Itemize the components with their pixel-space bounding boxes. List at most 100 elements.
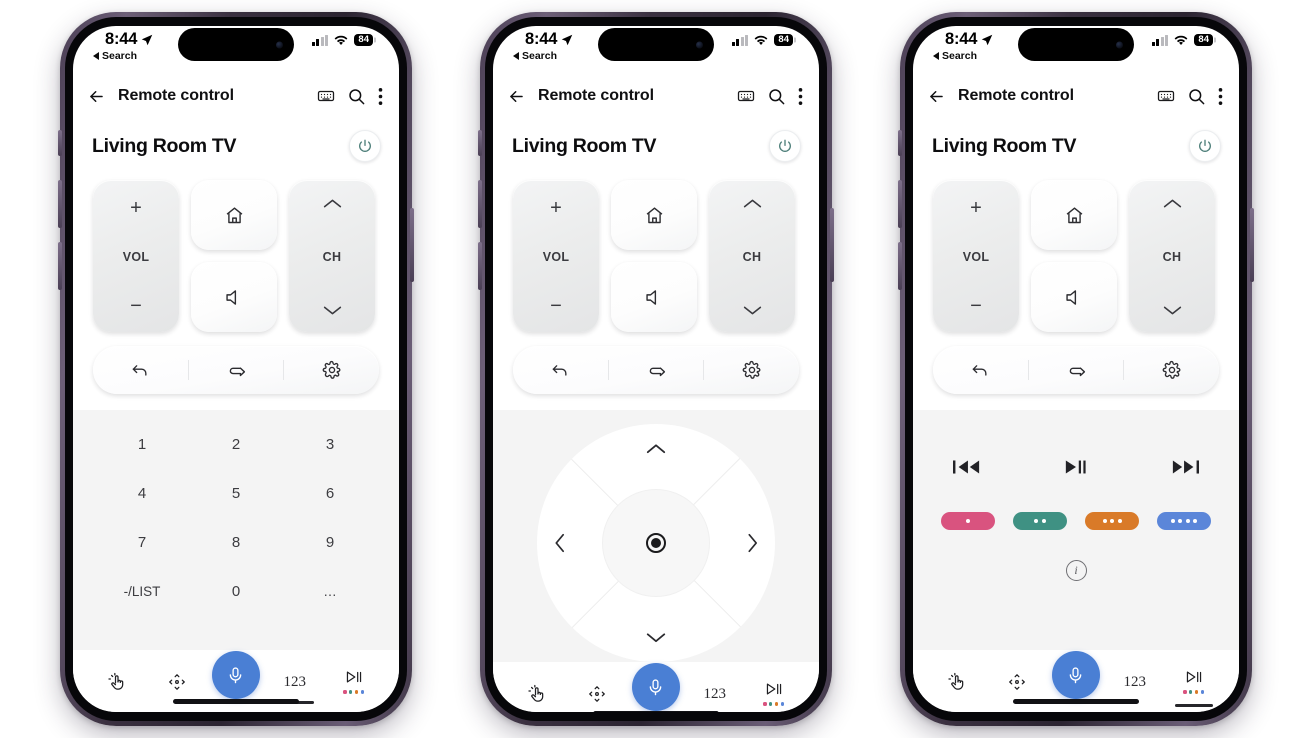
color-button-green[interactable] [1013,512,1067,530]
settings-button[interactable] [1124,346,1219,394]
color-button-yellow[interactable] [1085,512,1139,530]
dpad-left-button[interactable] [553,532,566,554]
more-vertical-icon[interactable] [1218,87,1223,106]
keyboard-icon[interactable] [737,87,755,105]
volume-rocker[interactable]: + VOL − [933,180,1019,332]
keypad-key[interactable]: 8 [189,518,283,567]
input-source-button[interactable] [189,346,284,394]
nav-mic[interactable] [207,651,266,699]
volume-up-side-button[interactable] [58,180,62,228]
nav-touchpad[interactable] [509,682,568,704]
search-icon[interactable] [767,87,786,106]
info-button[interactable]: i [1065,560,1087,581]
channel-rocker[interactable]: CH [289,180,375,332]
nav-dpad[interactable] [988,670,1047,692]
silent-switch[interactable] [58,130,62,156]
power-side-button[interactable] [830,208,834,282]
power-icon [779,139,791,152]
home-button[interactable] [191,180,277,250]
keypad-key[interactable]: 3 [283,420,377,469]
search-icon[interactable] [347,87,366,106]
nav-media[interactable] [1164,668,1223,707]
volume-down-side-button[interactable] [898,242,902,290]
silent-switch[interactable] [898,130,902,156]
channel-rocker[interactable]: CH [1129,180,1215,332]
nav-dpad[interactable] [148,670,207,692]
channel-rocker[interactable]: CH [709,180,795,332]
power-side-button[interactable] [410,208,414,282]
nav-numbers[interactable]: 123 [1105,672,1164,691]
nav-touchpad[interactable] [929,670,988,692]
nav-mic[interactable] [1047,651,1106,699]
home-indicator [593,711,719,712]
volume-down-side-button[interactable] [478,242,482,290]
keypad-key[interactable]: 2 [189,420,283,469]
rewind-button[interactable] [953,458,981,476]
nav-media[interactable] [324,668,383,694]
power-side-button[interactable] [1250,208,1254,282]
nav-touchpad[interactable] [89,670,148,692]
dpad-right-button[interactable] [746,532,759,554]
power-button[interactable] [349,130,381,162]
chevron-right-icon [748,533,758,553]
volume-up-side-button[interactable] [478,180,482,228]
volume-down-side-button[interactable] [58,242,62,290]
more-vertical-icon[interactable] [378,87,383,106]
keypad-key[interactable]: 0 [189,567,283,616]
color-button-blue[interactable] [1157,512,1211,530]
mute-button[interactable] [611,262,697,332]
keypad-key[interactable]: 7 [95,518,189,567]
keypad-key[interactable]: 9 [283,518,377,567]
home-button[interactable] [611,180,697,250]
settings-button[interactable] [284,346,379,394]
back-button[interactable] [513,346,608,394]
fast-forward-button[interactable] [1171,458,1199,476]
nav-dpad[interactable] [568,682,627,704]
dpad-up-button[interactable] [645,442,667,455]
nav-numbers[interactable]: 123 [265,672,324,704]
back-button[interactable] [93,346,188,394]
settings-button[interactable] [704,346,799,394]
back-arrow-icon[interactable] [927,87,946,106]
back-arrow-icon[interactable] [87,87,106,106]
input-source-button[interactable] [1029,346,1124,394]
color-button-red[interactable] [941,512,995,530]
mic-fab[interactable] [1051,651,1100,699]
power-button[interactable] [769,130,801,162]
silent-switch[interactable] [478,130,482,156]
chevron-down-icon [1163,306,1181,315]
media-controls: i [913,410,1239,650]
nav-mic[interactable] [627,663,686,711]
mic-fab[interactable] [631,663,680,711]
dpad-ok-button[interactable] [602,489,710,597]
keypad-key[interactable]: 5 [189,469,283,518]
status-back-to-app[interactable]: Search [93,50,137,62]
input-source-button[interactable] [609,346,704,394]
volume-rocker[interactable]: + VOL − [93,180,179,332]
dpad-down-button[interactable] [645,631,667,644]
status-back-to-app[interactable]: Search [513,50,557,62]
mic-fab[interactable] [211,651,260,699]
back-arrow-icon[interactable] [507,87,526,106]
play-pause-button[interactable] [1064,458,1088,476]
mute-button[interactable] [191,262,277,332]
nav-numbers[interactable]: 123 [685,684,744,703]
keyboard-icon[interactable] [317,87,335,105]
home-button[interactable] [1031,180,1117,250]
directional-pad[interactable] [537,424,775,662]
keyboard-icon[interactable] [1157,87,1175,105]
keypad-key[interactable]: 6 [283,469,377,518]
mute-button[interactable] [1031,262,1117,332]
nav-media[interactable] [744,680,803,706]
status-back-to-app[interactable]: Search [933,50,977,62]
volume-rocker[interactable]: + VOL − [513,180,599,332]
more-vertical-icon[interactable] [798,87,803,106]
power-button[interactable] [1189,130,1221,162]
keypad-key-more[interactable]: … [283,567,377,616]
volume-up-side-button[interactable] [898,180,902,228]
back-button[interactable] [933,346,1028,394]
keypad-key[interactable]: 1 [95,420,189,469]
keypad-key[interactable]: 4 [95,469,189,518]
search-icon[interactable] [1187,87,1206,106]
keypad-key-list[interactable]: -/LIST [95,567,189,616]
